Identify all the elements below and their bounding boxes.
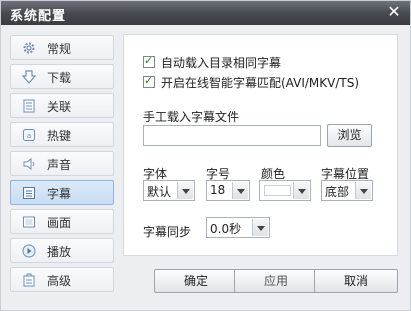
subtitle-icon — [23, 187, 35, 199]
font-select[interactable]: 默认 — [143, 180, 195, 201]
document-icon — [23, 99, 35, 113]
position-select[interactable]: 底部 — [321, 180, 373, 201]
browse-button[interactable]: 浏览 — [327, 124, 372, 147]
window-title: 系统配置 — [10, 9, 67, 24]
sidebar-item-sound[interactable]: 声音 — [10, 151, 114, 176]
online-match-checkbox[interactable] — [143, 74, 155, 88]
sidebar-item-association[interactable]: 关联 — [10, 93, 114, 118]
size-select[interactable]: 18 — [206, 180, 250, 201]
sidebar-item-label: 下载 — [47, 71, 72, 85]
chevron-down-icon — [177, 182, 193, 199]
color-select[interactable] — [259, 180, 311, 201]
chevron-down-icon — [355, 182, 371, 199]
subtitle-file-input[interactable] — [143, 125, 321, 146]
sync-select-value: 0.0秒 — [210, 222, 242, 236]
sidebar-item-label: 画面 — [47, 216, 72, 230]
chevron-down-icon — [232, 182, 248, 199]
subtitle-settings-panel: 自动载入目录相同字幕 开启在线智能字幕匹配(AVI/MKV/TS) 手工载入字幕… — [123, 34, 398, 256]
auto-load-checkbox[interactable] — [143, 54, 155, 68]
chevron-down-icon — [252, 219, 268, 236]
screen-icon — [23, 216, 35, 228]
sidebar-item-label: 字幕 — [47, 187, 72, 201]
sidebar-item-display[interactable]: 画面 — [10, 209, 114, 234]
ok-button[interactable]: 确定 — [154, 269, 238, 293]
settings-sidebar: 常规 下载 关联 a 热键 声音 字幕 画面 播放 高级 — [10, 35, 114, 296]
sidebar-item-advanced[interactable]: 高级 — [10, 267, 114, 292]
cancel-button[interactable]: 取消 — [314, 269, 398, 293]
chevron-down-icon — [293, 182, 309, 199]
sidebar-item-label: 热键 — [47, 129, 72, 143]
auto-load-label: 自动载入目录相同字幕 — [161, 55, 282, 70]
speaker-icon — [23, 158, 35, 170]
position-select-value: 底部 — [325, 185, 350, 199]
svg-text:a: a — [27, 132, 31, 140]
gear-icon — [23, 42, 35, 54]
sidebar-item-label: 播放 — [47, 245, 72, 259]
settings-window: 系统配置 ✕ 常规 下载 关联 a 热键 声音 字幕 画面 播放 高级 ✓ 自动… — [0, 0, 411, 311]
sidebar-item-label: 声音 — [47, 158, 72, 172]
sidebar-item-general[interactable]: 常规 — [10, 35, 114, 60]
sync-select[interactable]: 0.0秒 — [206, 217, 270, 238]
play-icon — [22, 244, 36, 258]
font-select-value: 默认 — [147, 185, 172, 199]
title-bar[interactable]: 系统配置 ✕ — [1, 1, 410, 25]
sidebar-item-hotkeys[interactable]: a 热键 — [10, 122, 114, 147]
sidebar-item-label: 高级 — [47, 274, 72, 288]
online-match-label: 开启在线智能字幕匹配(AVI/MKV/TS) — [161, 75, 360, 90]
sidebar-item-label: 关联 — [47, 100, 72, 114]
apply-button[interactable]: 应用 — [234, 269, 318, 293]
key-icon: a — [23, 129, 35, 141]
advanced-icon — [23, 273, 35, 287]
color-swatch — [264, 185, 291, 196]
sidebar-item-playback[interactable]: 播放 — [10, 238, 114, 263]
sidebar-item-label: 常规 — [47, 42, 72, 56]
sync-label: 字幕同步 — [143, 225, 192, 239]
close-icon[interactable]: ✕ — [386, 4, 402, 20]
sidebar-item-download[interactable]: 下载 — [10, 64, 114, 89]
sidebar-item-subtitles[interactable]: 字幕 — [10, 180, 114, 205]
manual-load-label: 手工载入字幕文件 — [143, 110, 240, 124]
size-select-value: 18 — [210, 183, 226, 197]
auto-load-row: 自动载入目录相同字幕 — [143, 54, 281, 70]
download-icon — [22, 70, 36, 84]
online-match-row: 开启在线智能字幕匹配(AVI/MKV/TS) — [143, 74, 359, 90]
